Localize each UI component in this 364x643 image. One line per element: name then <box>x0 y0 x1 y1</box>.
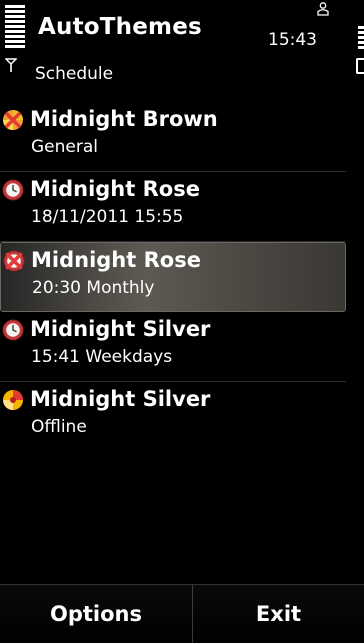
item-name: Midnight Rose <box>30 177 200 201</box>
antenna-icon <box>5 58 17 72</box>
schedule-list: Midnight Brown General Midnight Rose 18/… <box>0 102 346 452</box>
battery-icon <box>356 58 364 74</box>
item-detail: 18/11/2011 15:55 <box>31 207 184 227</box>
options-button[interactable]: Options <box>0 585 193 643</box>
page-subtitle: Schedule <box>35 64 114 84</box>
item-name: Midnight Brown <box>30 107 218 131</box>
status-bar: AutoThemes 15:43 Schedule <box>0 0 364 100</box>
item-name: Midnight Rose <box>31 248 201 272</box>
item-name: Midnight Silver <box>30 387 211 411</box>
exit-button[interactable]: Exit <box>193 585 364 643</box>
item-detail: 20:30 Monthly <box>32 278 155 298</box>
person-icon <box>317 2 329 16</box>
item-detail: General <box>31 137 98 157</box>
item-detail: Offline <box>31 417 87 437</box>
signal-bars-icon <box>5 5 25 50</box>
schedule-item[interactable]: Midnight Silver Offline <box>0 382 346 452</box>
disabled-clock-icon <box>3 250 25 272</box>
app-title: AutoThemes <box>38 14 202 40</box>
battery-bars-icon <box>358 26 364 51</box>
schedule-item[interactable]: Midnight Rose 18/11/2011 15:55 <box>0 172 346 242</box>
schedule-item[interactable]: Midnight Brown General <box>0 102 346 172</box>
item-name: Midnight Silver <box>30 317 211 341</box>
schedule-item-selected[interactable]: Midnight Rose 20:30 Monthly <box>0 242 346 312</box>
softkey-bar: Options Exit <box>0 584 364 643</box>
profile-icon <box>3 110 23 130</box>
offline-profile-icon <box>3 390 23 410</box>
clock: 15:43 <box>268 30 317 50</box>
clock-icon <box>2 179 24 201</box>
item-detail: 15:41 Weekdays <box>31 347 173 367</box>
clock-icon <box>2 319 24 341</box>
schedule-item[interactable]: Midnight Silver 15:41 Weekdays <box>0 312 346 382</box>
